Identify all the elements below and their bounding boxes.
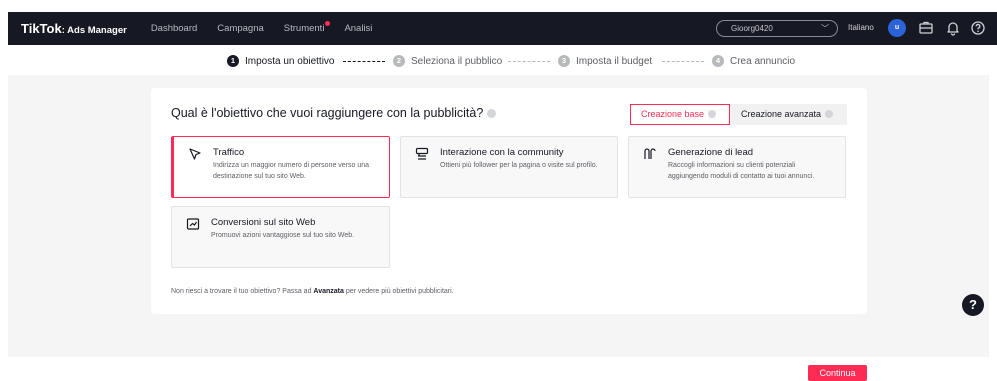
step-1: 1 Imposta un obiettivo xyxy=(227,55,335,67)
lead-icon xyxy=(644,148,656,159)
objective-card: Qual è l'obiettivo che vuoi raggiungere … xyxy=(151,88,867,314)
objective-question: Qual è l'obiettivo che vuoi raggiungere … xyxy=(171,106,497,120)
step-3: 3 Imposta il budget xyxy=(558,55,652,67)
nav-dashboard[interactable]: Dashboard xyxy=(151,23,197,34)
objective-conversioni[interactable]: Conversioni sul sito Web Promuovi azioni… xyxy=(171,206,390,268)
mode-advanced-button[interactable]: Creazione avanzata xyxy=(730,104,847,125)
main-nav: Dashboard Campagna Strumenti Analisi xyxy=(151,21,393,34)
objective-traffico[interactable]: Traffico Indirizza un maggior numero di … xyxy=(171,136,390,198)
language-selector[interactable]: Italiano xyxy=(848,23,874,32)
objective-community[interactable]: Interazione con la community Ottieni più… xyxy=(400,136,618,198)
info-icon xyxy=(708,110,717,118)
advanced-link[interactable]: Avanzata xyxy=(313,288,343,295)
top-navbar: TikTok: Ads Manager Dashboard Campagna S… xyxy=(8,12,997,45)
nav-analisi[interactable]: Analisi xyxy=(344,23,372,34)
step-connector xyxy=(662,61,704,62)
trend-icon xyxy=(186,218,200,230)
step-connector xyxy=(508,61,550,62)
nav-campagna[interactable]: Campagna xyxy=(217,23,263,34)
mode-base-button[interactable]: Creazione base xyxy=(630,104,730,125)
step-connector xyxy=(343,61,385,62)
advanced-hint: Non riesci a trovare il tuo obiettivo? P… xyxy=(171,288,454,295)
community-icon xyxy=(415,147,429,160)
help-button[interactable]: ? xyxy=(962,294,984,316)
notification-dot xyxy=(325,21,331,26)
info-icon[interactable] xyxy=(487,109,497,118)
continue-button[interactable]: Continua xyxy=(808,365,867,381)
objective-lead[interactable]: Generazione di lead Raccogli informazion… xyxy=(628,136,846,198)
chevron-down-icon: ﹀ xyxy=(821,24,829,33)
tiktok-ads-logo[interactable]: TikTok: Ads Manager xyxy=(21,21,127,36)
cursor-icon xyxy=(189,148,201,160)
info-icon xyxy=(825,110,834,118)
avatar[interactable]: u xyxy=(888,19,906,37)
bell-icon[interactable] xyxy=(945,20,961,36)
step-progress: 1 Imposta un obiettivo 2 Seleziona il pubb… xyxy=(0,55,997,69)
briefcase-icon[interactable] xyxy=(918,20,934,36)
step-2: 2 Seleziona il pubblico xyxy=(393,55,502,67)
help-circle-icon[interactable] xyxy=(970,20,986,36)
step-4: 4 Crea annuncio xyxy=(712,55,795,67)
account-selector[interactable]: Gioorg0420 ﹀ xyxy=(716,20,838,37)
nav-strumenti[interactable]: Strumenti xyxy=(284,21,331,34)
